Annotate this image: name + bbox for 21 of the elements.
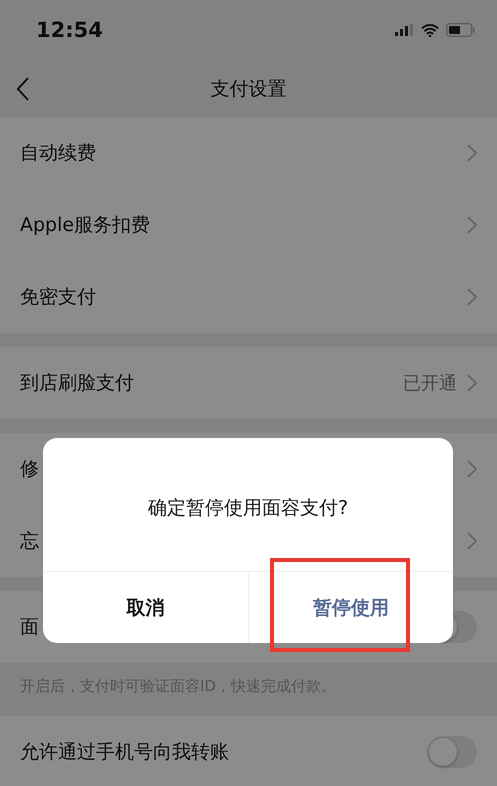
page-title: 支付设置 bbox=[210, 76, 286, 102]
chevron-icon bbox=[467, 216, 477, 234]
row-label[interactable]: 到店刷脸支付 bbox=[20, 370, 403, 396]
confirm-button[interactable]: 暂停使用 bbox=[248, 572, 453, 643]
chevron-icon bbox=[467, 532, 477, 550]
wifi-icon bbox=[421, 24, 439, 36]
row-value: 已开通 bbox=[403, 372, 457, 395]
row-label[interactable]: Apple服务扣费 bbox=[20, 212, 467, 238]
back-icon[interactable] bbox=[16, 77, 30, 101]
chevron-icon bbox=[467, 144, 477, 162]
row-label[interactable]: 免密支付 bbox=[20, 284, 467, 310]
chevron-icon bbox=[467, 460, 477, 478]
signal-icon bbox=[395, 24, 414, 36]
dialog-message: 确定暂停使用面容支付? bbox=[148, 496, 348, 520]
row-label[interactable]: 自动续费 bbox=[20, 140, 467, 166]
cancel-button[interactable]: 取消 bbox=[43, 572, 248, 643]
toggle-switch[interactable] bbox=[427, 736, 477, 768]
chevron-icon bbox=[467, 288, 477, 306]
status-time: 12:54 bbox=[36, 18, 103, 42]
battery-icon bbox=[446, 23, 475, 37]
chevron-icon bbox=[467, 374, 477, 392]
